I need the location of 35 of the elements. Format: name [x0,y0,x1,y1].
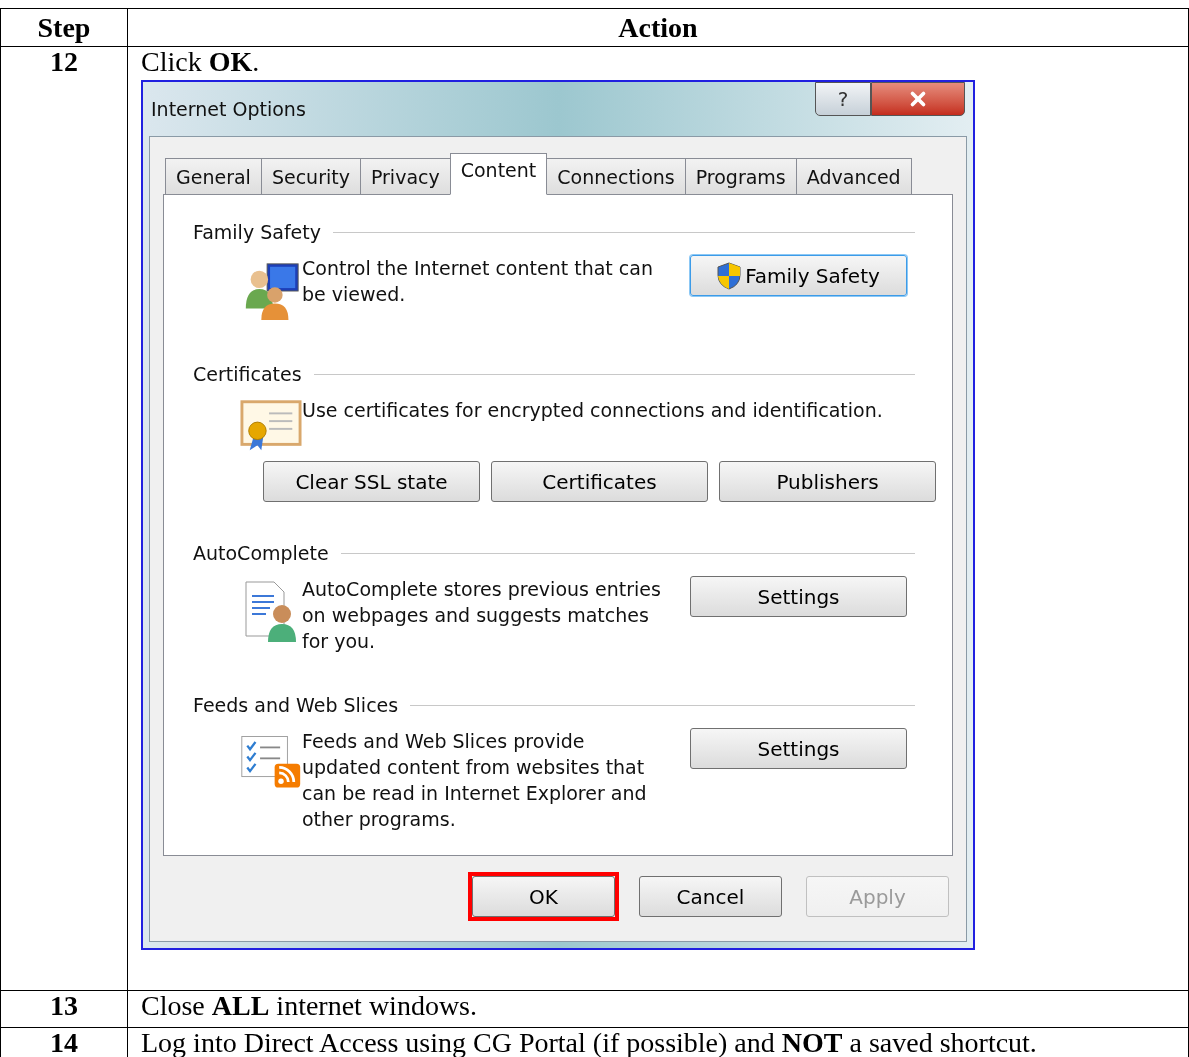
shield-icon [717,261,742,290]
group-heading: AutoComplete [193,541,329,566]
instruction-text: Click OK. [141,46,260,77]
tab[interactable]: Connections [546,158,686,195]
dialog-button[interactable]: Family Safety [690,255,907,296]
dialog-button[interactable]: Certificates [491,461,708,502]
tab[interactable]: Privacy [359,158,451,195]
column-header: Action [127,8,1189,47]
help-button[interactable]: ? [815,82,871,116]
dialog-button[interactable]: Cancel [639,876,782,917]
certificate-icon [240,397,302,453]
tab[interactable]: Programs [684,158,797,195]
tab[interactable]: Content [449,153,548,195]
tab[interactable]: General [165,158,262,195]
group-heading: Family Safety [193,220,321,245]
tab[interactable]: Advanced [795,158,912,195]
window-title: Internet Options [151,97,307,122]
close-button[interactable] [871,82,965,116]
dialog-button[interactable]: Settings [690,728,907,769]
dialog-button[interactable]: Clear SSL state [263,461,480,502]
group-description: Use certificates for encrypted connections and identification. [302,398,883,423]
column-header: Step [0,8,128,47]
dialog-button[interactable]: Settings [690,576,907,617]
table-cell: 12 [0,46,128,991]
group-description: Control the Internet content that can be viewed. [302,256,654,307]
instruction-text: Close ALL internet windows. [141,990,477,1021]
group-description: Feeds and Web Slices provide updated content from websites that can be read in Internet Explorer and other programs. [302,729,648,832]
dialog-button[interactable]: OK [472,876,615,917]
table-cell: 14 [0,1027,128,1057]
group-heading: Certificates [193,362,302,387]
group-heading: Feeds and Web Slices [193,693,399,718]
tab[interactable]: Security [260,158,361,195]
table-cell: 13 [0,990,128,1028]
group-description: AutoComplete stores previous entries on webpages and suggests matches for you. [302,577,662,654]
dialog-button[interactable]: Publishers [719,461,936,502]
